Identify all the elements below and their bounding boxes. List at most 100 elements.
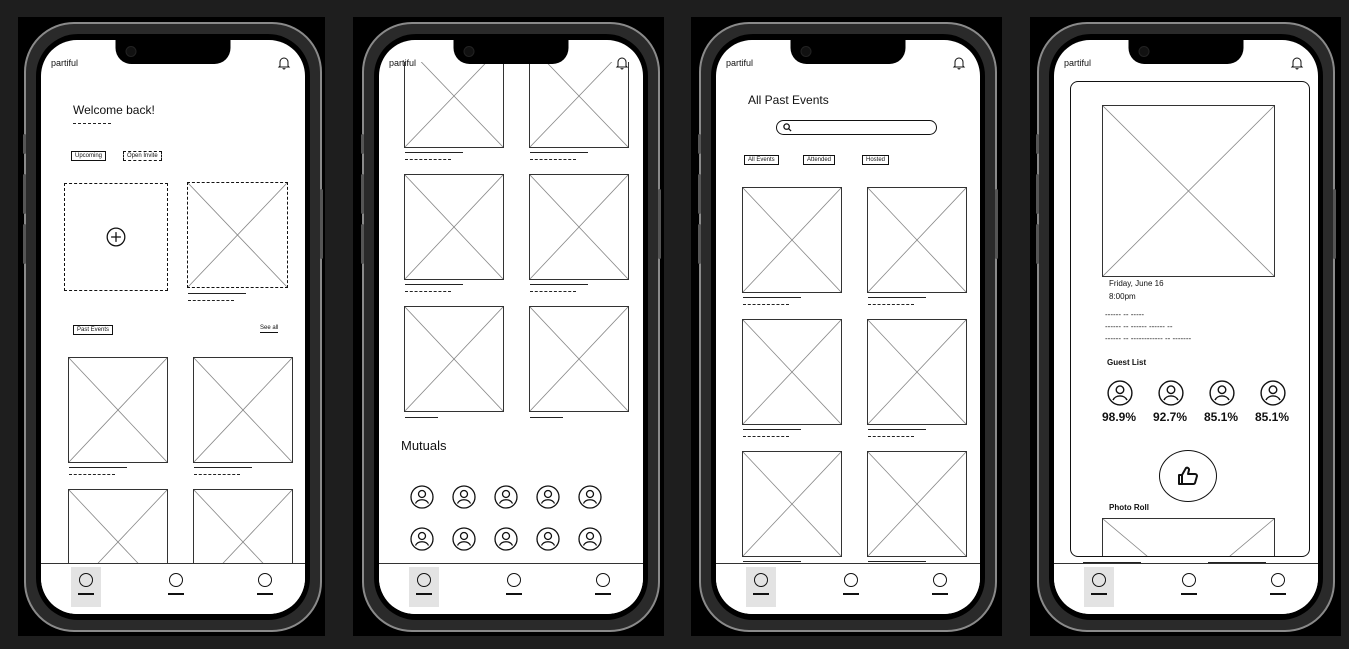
- past-event-card[interactable]: [529, 62, 629, 148]
- past-event-card[interactable]: [404, 306, 504, 412]
- mutual-avatar[interactable]: [410, 527, 434, 551]
- tab-explore[interactable]: [499, 567, 529, 607]
- image-placeholder-icon: [1103, 106, 1274, 276]
- chip-upcoming[interactable]: Upcoming: [71, 151, 107, 161]
- event-date: Friday, June 16: [1109, 279, 1164, 288]
- tab-underline: [843, 593, 859, 595]
- bell-icon[interactable]: [1290, 56, 1304, 70]
- bell-icon[interactable]: [952, 56, 966, 70]
- notch: [790, 40, 906, 64]
- home-content[interactable]: Welcome back! Upcoming Open Invite Past …: [41, 40, 305, 564]
- tab-explore[interactable]: [836, 567, 866, 607]
- mutual-avatar[interactable]: [536, 485, 560, 509]
- chip-open-invite[interactable]: Open Invite: [123, 151, 162, 161]
- see-all-link[interactable]: See all: [260, 325, 279, 333]
- app-logo: partiful: [51, 58, 79, 68]
- tab-underline: [595, 593, 611, 595]
- side-button: [698, 134, 701, 154]
- image-placeholder-icon: [743, 452, 841, 556]
- mutual-avatar[interactable]: [494, 527, 518, 551]
- side-button: [1333, 189, 1336, 259]
- placeholder-line: [405, 284, 463, 285]
- side-button: [1036, 134, 1039, 154]
- past-event-card[interactable]: [742, 451, 842, 557]
- bell-icon[interactable]: [615, 56, 629, 70]
- image-placeholder-icon: [188, 183, 287, 287]
- mutual-avatar[interactable]: [494, 485, 518, 509]
- filter-hosted[interactable]: Hosted: [862, 155, 890, 165]
- phone-all-past-events: partiful All Past Events All Events Atte…: [698, 22, 998, 632]
- guest-avatar[interactable]: [1260, 380, 1286, 406]
- filter-attended[interactable]: Attended: [803, 155, 836, 165]
- guest-avatar[interactable]: [1107, 380, 1133, 406]
- past-event-card[interactable]: [68, 489, 168, 564]
- tab-home[interactable]: [409, 567, 439, 607]
- tab-explore[interactable]: [1174, 567, 1204, 607]
- placeholder-line: [405, 417, 438, 418]
- mutual-avatar[interactable]: [452, 527, 476, 551]
- past-event-card[interactable]: [529, 306, 629, 412]
- placeholder-line: [405, 291, 451, 292]
- past-event-card[interactable]: [404, 62, 504, 148]
- tab-profile[interactable]: [588, 567, 618, 607]
- tab-profile[interactable]: [250, 567, 280, 607]
- event-detail-line: ------ -- ------ ------ --: [1105, 322, 1173, 331]
- like-button[interactable]: [1159, 450, 1217, 502]
- tab-explore[interactable]: [161, 567, 191, 607]
- past-event-card[interactable]: [193, 357, 293, 463]
- tab-profile[interactable]: [1263, 567, 1293, 607]
- past-events-content[interactable]: All Past Events All Events Attended Host…: [716, 40, 980, 564]
- notch: [453, 40, 569, 64]
- past-event-card[interactable]: [529, 174, 629, 280]
- thumbs-up-icon: [1178, 466, 1198, 486]
- mutual-avatar[interactable]: [578, 485, 602, 509]
- placeholder-line: [868, 304, 914, 305]
- phone-home: partiful Welcome back! Upcoming Open Inv…: [23, 22, 323, 632]
- tab-home[interactable]: [71, 567, 101, 607]
- past-event-card[interactable]: [867, 451, 967, 557]
- tab-home[interactable]: [746, 567, 776, 607]
- side-button: [361, 174, 364, 214]
- past-event-card[interactable]: [193, 489, 293, 564]
- mutual-avatar[interactable]: [578, 527, 602, 551]
- filter-all-events[interactable]: All Events: [744, 155, 779, 165]
- past-event-card[interactable]: [867, 187, 967, 293]
- guest-avatar[interactable]: [1158, 380, 1184, 406]
- open-invite-card[interactable]: [187, 182, 288, 288]
- placeholder-line: [530, 159, 576, 160]
- tab-icon: [417, 573, 431, 587]
- mutual-avatar[interactable]: [452, 485, 476, 509]
- past-event-card[interactable]: [742, 187, 842, 293]
- bell-icon[interactable]: [277, 56, 291, 70]
- tab-profile[interactable]: [925, 567, 955, 607]
- mutuals-content[interactable]: Mutuals: [379, 40, 643, 564]
- image-placeholder-icon: [405, 62, 503, 147]
- camera: [800, 46, 812, 57]
- event-detail-modal[interactable]: Friday, June 16 8:00pm ------ -- ----- -…: [1070, 81, 1310, 557]
- chip-past-events[interactable]: Past Events: [73, 325, 114, 335]
- search-input[interactable]: [776, 120, 937, 135]
- tab-home[interactable]: [1084, 567, 1114, 607]
- mutual-avatar[interactable]: [536, 527, 560, 551]
- image-placeholder-icon: [69, 358, 167, 462]
- placeholder-line: [530, 291, 576, 292]
- event-time: 8:00pm: [1109, 292, 1136, 301]
- past-event-card[interactable]: [867, 319, 967, 425]
- side-button: [658, 189, 661, 259]
- side-button: [698, 174, 701, 214]
- past-event-card[interactable]: [404, 174, 504, 280]
- past-event-card[interactable]: [742, 319, 842, 425]
- tab-bar: [379, 563, 643, 614]
- tab-icon: [1182, 573, 1196, 587]
- add-event-card[interactable]: [64, 183, 168, 291]
- placeholder-line: [868, 561, 926, 562]
- past-event-card[interactable]: [68, 357, 168, 463]
- photo-roll-image[interactable]: [1102, 518, 1275, 556]
- image-placeholder-icon: [868, 320, 966, 424]
- mutual-avatar[interactable]: [410, 485, 434, 509]
- guest-list-heading: Guest List: [1107, 358, 1147, 367]
- placeholder-line: [743, 297, 801, 298]
- image-placeholder-icon: [743, 188, 841, 292]
- event-detail-line: ------ -- ------------ -- -------: [1105, 334, 1192, 343]
- guest-avatar[interactable]: [1209, 380, 1235, 406]
